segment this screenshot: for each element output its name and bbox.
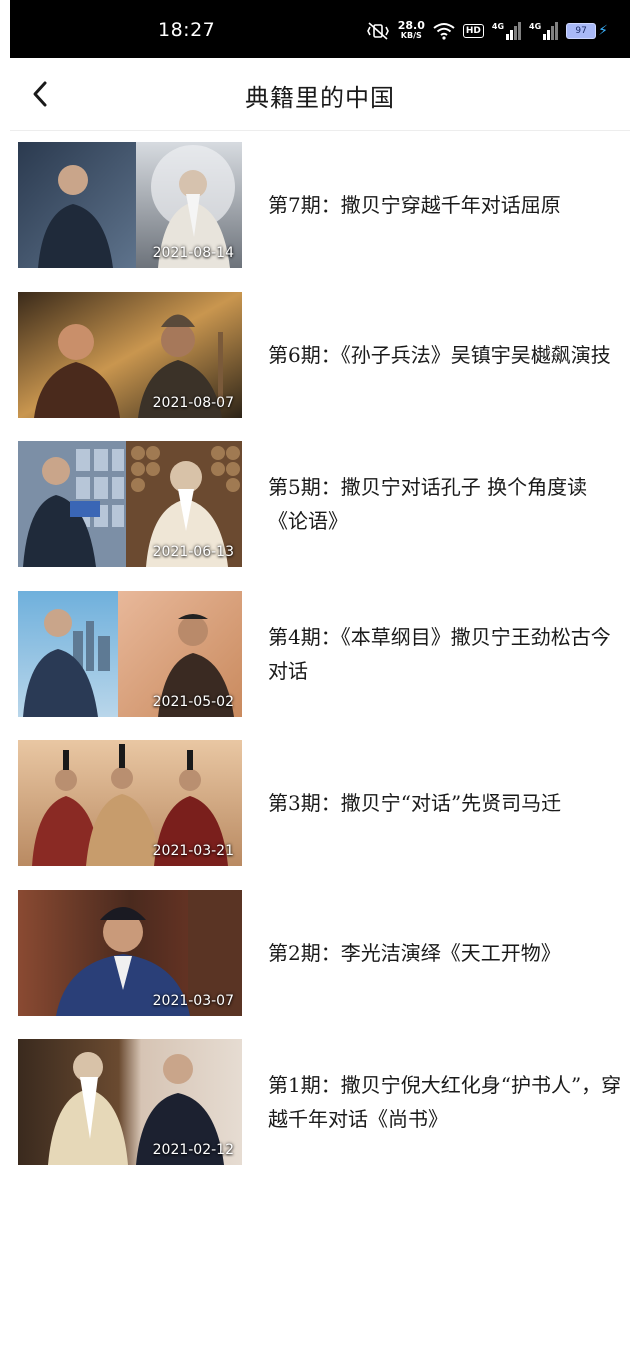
episode-date: 2021-03-07 — [152, 992, 234, 1009]
episode-date: 2021-06-13 — [152, 544, 234, 560]
episode-date: 2021-05-02 — [152, 693, 234, 710]
signal-label: 4G — [491, 22, 505, 31]
list-item[interactable]: 2021-03-21 第3期：撒贝宁“对话”先贤司马迁 — [18, 740, 622, 866]
status-icons: 28.0 KB/S HD 4G 4G 97 ⚡ — [366, 18, 608, 44]
status-time: 18:27 — [158, 19, 216, 41]
status-bar: 18:27 28.0 KB/S HD 4G 4G 97 ⚡ — [10, 0, 630, 58]
list-item[interactable]: 2021-08-07 第6期：《孙子兵法》吴镇宇吴樾飙演技 — [18, 291, 622, 418]
battery-icon: 97 ⚡ — [566, 23, 608, 39]
signal-label: 4G — [529, 22, 542, 31]
list-item[interactable]: 2021-03-07 第2期：李光洁演绎《天工开物》 — [18, 889, 622, 1016]
episode-thumbnail: 2021-08-07 — [18, 291, 242, 418]
episode-title: 第2期：李光洁演绎《天工开物》 — [268, 940, 561, 965]
signal-icon-2: 4G — [529, 22, 559, 40]
episode-list: 2021-08-14 第7期：撒贝宁穿越千年对话屈原 2021-08-07 第6… — [18, 142, 622, 1189]
signal-icon-1: 4G — [491, 22, 522, 40]
episode-date: 2021-08-07 — [152, 394, 234, 411]
nav-bar: 典籍里的中国 — [10, 58, 630, 131]
list-item[interactable]: 2021-02-12 第1期：撒贝宁倪大红化身“护书人”，穿越千年对话《尚书》 — [18, 1039, 622, 1165]
episode-title: 第6期：《孙子兵法》吴镇宇吴樾飙演技 — [268, 342, 611, 367]
list-item[interactable]: 2021-08-14 第7期：撒贝宁穿越千年对话屈原 — [18, 142, 622, 268]
episode-thumbnail: 2021-05-02 — [18, 590, 242, 717]
wifi-icon — [433, 23, 455, 40]
page-title: 典籍里的中国 — [245, 84, 395, 112]
network-speed-unit: KB/S — [400, 31, 422, 40]
episode-title: 第7期：撒贝宁穿越千年对话屈原 — [268, 193, 561, 217]
list-item[interactable]: 2021-05-02 第4期：《本草纲目》撒贝宁王劲松古今对话 — [18, 590, 622, 717]
episode-title: 第1期：撒贝宁倪大红化身“护书人”，穿越千年对话《尚书》 — [268, 1073, 622, 1131]
network-speed: 28.0 KB/S — [397, 19, 425, 41]
charging-icon: ⚡ — [598, 23, 608, 39]
episode-thumbnail: 2021-08-14 — [18, 142, 242, 268]
episode-date: 2021-03-21 — [152, 843, 234, 859]
episode-thumbnail: 2021-03-21 — [18, 740, 242, 866]
episode-date: 2021-08-14 — [152, 245, 234, 261]
episode-thumbnail: 2021-06-13 — [18, 441, 242, 567]
hd-badge: HD — [462, 24, 484, 38]
episode-title: 第4期：《本草纲目》撒贝宁王劲松古今对话 — [268, 624, 611, 683]
battery-level: 97 — [566, 23, 597, 39]
network-speed-value: 28.0 — [397, 19, 425, 32]
episode-thumbnail: 2021-02-12 — [18, 1039, 242, 1165]
list-item[interactable]: 2021-06-13 第5期：撒贝宁对话孔子 换个角度读《论语》 — [18, 441, 622, 567]
mute-vibrate-icon — [366, 22, 389, 40]
episode-thumbnail: 2021-03-07 — [18, 889, 242, 1016]
episode-title: 第3期：撒贝宁“对话”先贤司马迁 — [268, 791, 562, 815]
episode-title: 第5期：撒贝宁对话孔子 换个角度读《论语》 — [268, 475, 588, 533]
episode-date: 2021-02-12 — [152, 1142, 234, 1158]
